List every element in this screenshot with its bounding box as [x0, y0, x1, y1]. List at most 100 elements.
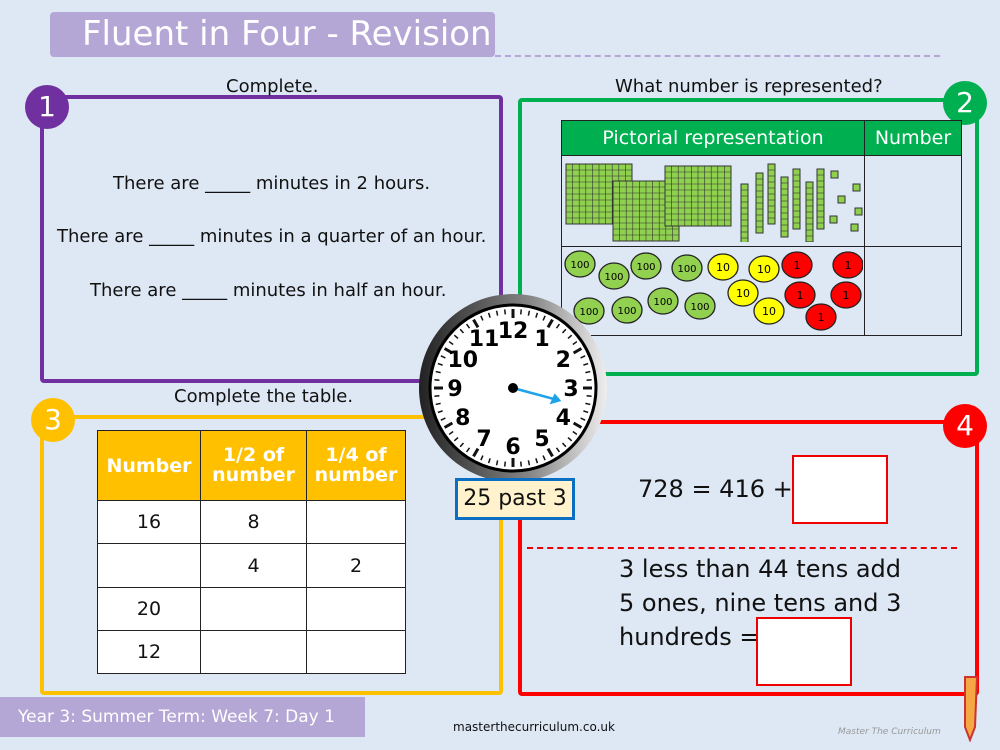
svg-text:100: 100: [690, 302, 709, 313]
one-cube: [829, 215, 838, 224]
counter-1: 1: [830, 281, 862, 309]
one-cube: [852, 183, 861, 192]
counter-100: 100: [564, 250, 596, 278]
q4-divider: [527, 547, 957, 549]
table-cell[interactable]: [97, 543, 201, 588]
q3-heading: Complete the table.: [174, 386, 354, 407]
clock-tick: [585, 370, 591, 374]
table-cell: 4: [200, 543, 307, 588]
q2-table: Pictorial representation Number 100 100 100…: [561, 120, 962, 336]
question-1-badge: 1: [25, 85, 69, 129]
title-divider: [495, 55, 940, 57]
q1-line: There are _____ minutes in half an hour.: [90, 280, 447, 301]
base-ten-blocks: [565, 163, 863, 245]
clock-center: [508, 383, 518, 393]
table-row: 16 8: [97, 500, 406, 545]
table-row: 12: [97, 629, 406, 675]
counter-10: 10: [753, 297, 785, 325]
question-3-badge: 3: [31, 398, 75, 442]
svg-text:1: 1: [818, 311, 825, 324]
clock-number: 12: [498, 319, 529, 344]
counter-100: 100: [630, 252, 662, 280]
counter-100: 100: [611, 296, 643, 324]
clock-tick: [495, 310, 499, 316]
svg-text:100: 100: [604, 272, 623, 283]
svg-text:100: 100: [653, 297, 672, 308]
clock-tick: [519, 309, 523, 315]
clock-tick: [586, 394, 592, 398]
q1-line: There are _____ minutes in a quarter of …: [57, 226, 487, 247]
table-cell[interactable]: [306, 586, 406, 631]
svg-text:1: 1: [797, 289, 804, 302]
svg-text:1: 1: [794, 259, 801, 272]
question-2-badge: 2: [943, 81, 987, 125]
svg-text:100: 100: [617, 306, 636, 317]
clock-tick: [434, 394, 440, 398]
svg-text:100: 100: [677, 264, 696, 275]
table-cell[interactable]: [200, 586, 307, 631]
col-half: 1/2 of number: [200, 429, 307, 502]
table-row: 42: [97, 543, 406, 588]
table-cell: 2: [306, 543, 406, 588]
col-quarter: 1/4 of number: [306, 429, 406, 502]
clock-number: 2: [556, 348, 571, 373]
one-cube: [837, 195, 846, 204]
pencil-logo-icon: [964, 676, 979, 742]
counter-1: 1: [805, 303, 837, 331]
clock-tick: [435, 370, 441, 374]
ten-rod: [805, 181, 814, 243]
clock-number: 7: [476, 427, 491, 452]
q1-line: There are _____ minutes in 2 hours.: [113, 173, 431, 194]
col-pictorial: Pictorial representation: [561, 120, 865, 156]
clock-tick: [435, 402, 441, 406]
svg-text:10: 10: [762, 305, 776, 318]
hundred-flat: [664, 165, 732, 227]
answer-box[interactable]: [792, 455, 888, 524]
clock-tick: [495, 460, 499, 466]
table-cell[interactable]: [306, 629, 406, 675]
q2-heading: What number is represented?: [615, 76, 883, 97]
col-number: Number: [97, 429, 201, 502]
svg-text:100: 100: [636, 262, 655, 273]
clock-tick: [519, 461, 523, 467]
col-number: Number: [864, 120, 962, 156]
time-label: 25 past 3: [455, 478, 575, 520]
clock-tick: [585, 402, 591, 406]
svg-text:10: 10: [736, 287, 750, 300]
counter-100: 100: [598, 262, 630, 290]
clock-tick: [527, 310, 531, 316]
clock-number: 9: [447, 377, 462, 402]
counter-10: 10: [727, 279, 759, 307]
counter-100: 100: [684, 292, 716, 320]
page-title: Fluent in Four - Revision: [50, 12, 495, 57]
clock-tick: [586, 378, 592, 382]
one-cube: [830, 170, 839, 179]
clock-number: 1: [534, 327, 549, 352]
answer-cell[interactable]: [864, 155, 962, 247]
one-cube: [850, 223, 859, 232]
q3-table: Number 1/2 of number 1/4 of number 16 8 4 2…: [97, 429, 406, 675]
clock-tick: [503, 309, 507, 315]
answer-cell[interactable]: [864, 246, 962, 336]
q4-equation: 728 = 416 +: [638, 475, 793, 503]
svg-text:100: 100: [570, 260, 589, 271]
answer-box[interactable]: [756, 617, 852, 686]
clock-number: 11: [469, 327, 500, 352]
svg-text:10: 10: [716, 261, 730, 274]
svg-text:1: 1: [843, 289, 850, 302]
counter-1: 1: [832, 251, 864, 279]
ten-rod: [792, 168, 801, 230]
brand-logo-text: Master The Curriculum: [838, 727, 941, 737]
website-link[interactable]: masterthecurriculum.co.uk: [453, 720, 615, 734]
clock-number: 5: [534, 427, 549, 452]
counter-100: 100: [647, 287, 679, 315]
ten-rod: [780, 176, 789, 238]
table-cell[interactable]: [306, 500, 406, 545]
counter-1: 1: [784, 281, 816, 309]
table-cell: 20: [97, 586, 201, 631]
counter-1: 1: [781, 251, 813, 279]
svg-text:1: 1: [845, 259, 852, 272]
table-cell[interactable]: [200, 629, 307, 675]
clock-face: 12 1234567891011: [419, 294, 607, 482]
table-cell: 8: [200, 500, 307, 545]
